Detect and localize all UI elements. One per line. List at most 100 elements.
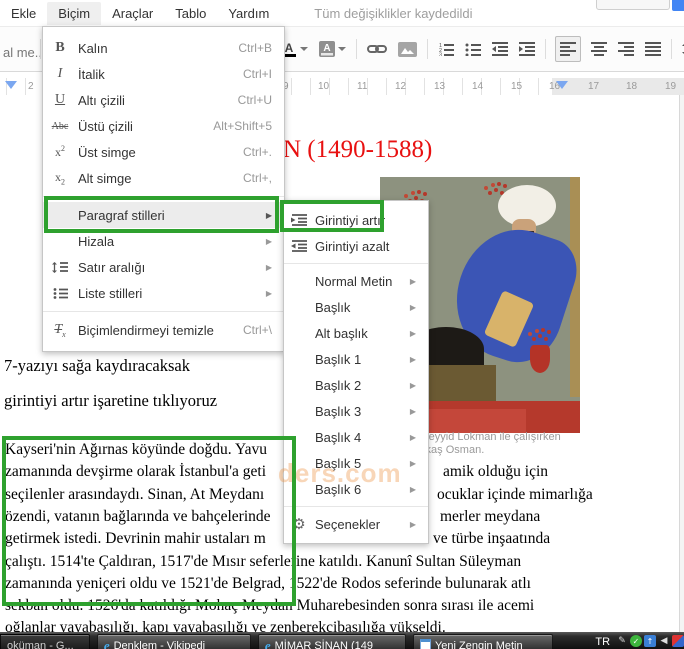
submenu-arrow-icon: ▶	[265, 236, 272, 246]
instruction-line[interactable]: girintiyi artır işaretine tıklıyoruz	[4, 391, 217, 411]
volume-icon[interactable]: ◀	[658, 635, 670, 647]
menu-item-alti-cizili[interactable]: U Altı çizili Ctrl+U	[43, 87, 284, 113]
submenu-item-baslik-1[interactable]: Başlık 1 ▶	[284, 346, 428, 372]
menu-item-satir-araligi[interactable]: Satır aralığı ▶	[43, 254, 284, 280]
increase-indent-icon	[284, 214, 314, 226]
menu-item-ust-simge[interactable]: x2 Üst simge Ctrl+.	[43, 139, 284, 165]
menu-item-liste-stilleri[interactable]: Liste stilleri ▶	[43, 280, 284, 306]
body-line[interactable]: zamanında devşirme olarak İstanbul'a get…	[5, 463, 266, 481]
body-line[interactable]: çalıştı. 1514'te Çaldıran, 1517'de Mısır…	[5, 553, 521, 571]
submenu-item-baslik-2[interactable]: Başlık 2 ▶	[284, 372, 428, 398]
menu-item-hizala[interactable]: Hizala ▶	[43, 228, 284, 254]
submenu-item-baslik-3[interactable]: Başlık 3 ▶	[284, 398, 428, 424]
update-icon[interactable]: ↑	[644, 635, 657, 647]
ruler-number: 13	[434, 81, 446, 92]
menu-tablo[interactable]: Tablo	[164, 2, 217, 25]
pen-input-icon[interactable]: ✎	[616, 635, 628, 647]
taskbar-button-mimar-sinan[interactable]: e MİMAR SİNAN (149	[257, 634, 406, 649]
submenu-arrow-icon: ▶	[409, 484, 416, 494]
bold-icon: B	[55, 40, 65, 55]
left-indent-marker[interactable]	[5, 81, 17, 89]
body-line[interactable]: ocuklar içinde mimarlığa	[437, 486, 593, 504]
menu-item-paragraf-stilleri[interactable]: Paragraf stilleri ▶	[43, 202, 284, 228]
align-right-icon[interactable]	[617, 37, 635, 61]
vertical-scrollbar[interactable]	[679, 95, 684, 632]
highlight-color-icon[interactable]: A	[318, 37, 347, 61]
submenu-arrow-icon: ▶	[409, 354, 416, 364]
submenu-item-baslik-4[interactable]: Başlık 4 ▶	[284, 424, 428, 450]
toolbar-separator	[545, 39, 546, 59]
body-line[interactable]: ve türbe inşaatında	[433, 530, 550, 548]
submenu-arrow-icon: ▶	[409, 302, 416, 312]
align-left-icon[interactable]	[555, 36, 581, 62]
instruction-line[interactable]: 7-yazıyı sağa kaydıracaksak	[4, 356, 190, 376]
superscript-icon: x2	[55, 144, 65, 159]
toolbar-separator	[671, 39, 672, 59]
menu-ekle[interactable]: Ekle	[0, 2, 47, 25]
body-line[interactable]: sekban oldu. 1526'da katıldığı Mohaç Mey…	[5, 597, 534, 615]
body-line[interactable]: merler meydana	[440, 508, 540, 526]
ruler-number: 11	[357, 81, 368, 92]
menu-yardim[interactable]: Yardım	[217, 2, 280, 25]
ruler-number: 18	[626, 81, 638, 92]
submenu-item-girintiyi-artir[interactable]: Girintiyi artır	[284, 207, 428, 233]
paragraph-styles-submenu: Girintiyi artır Girintiyi azalt Normal M…	[283, 200, 429, 544]
body-line[interactable]: getirmek istedi. Devrinin mahir ustaları…	[5, 530, 266, 548]
taskbar-button-wordpad[interactable]: Yeni Zengin Metin	[412, 634, 554, 649]
menu-item-alt-simge[interactable]: x2 Alt simge Ctrl+,	[43, 165, 284, 191]
ruler-number: 19	[665, 81, 677, 92]
menu-item-ustu-cizili[interactable]: Abc Üstü çizili Alt+Shift+5	[43, 113, 284, 139]
toolbar-separator	[427, 39, 428, 59]
network-icon[interactable]	[672, 635, 684, 647]
italic-icon: I	[57, 66, 63, 81]
internet-explorer-icon: e	[264, 638, 271, 649]
watermark: ders.com	[278, 458, 402, 488]
chevron-down-icon	[300, 47, 308, 51]
submenu-arrow-icon: ▶	[409, 519, 416, 529]
right-indent-marker[interactable]	[556, 81, 568, 89]
submenu-item-normal-metin[interactable]: Normal Metin ▶	[284, 268, 428, 294]
insert-image-icon[interactable]	[397, 37, 418, 61]
increase-indent-icon[interactable]	[518, 37, 536, 61]
antivirus-status-icon[interactable]: ✓	[630, 635, 643, 647]
submenu-arrow-icon: ▶	[409, 380, 416, 390]
menu-araclar[interactable]: Araçlar	[101, 2, 164, 25]
bulleted-list-icon[interactable]	[464, 37, 482, 61]
submenu-arrow-icon: ▶	[409, 328, 416, 338]
image-caption[interactable]: an Seyyid Lokman ile çalışırken	[406, 431, 561, 443]
ruler-number: 12	[395, 81, 407, 92]
numbered-list-icon[interactable]: 123	[437, 37, 455, 61]
body-line[interactable]: zamanında yeniçeri oldu ve 1521'de Belgr…	[5, 575, 531, 593]
align-center-icon[interactable]	[590, 37, 608, 61]
body-line[interactable]: Kayseri'nin Ağırnas köyünde doğdu. Yavu	[5, 441, 267, 459]
insert-link-icon[interactable]	[366, 37, 388, 61]
document-title[interactable]: N (1490-1588)	[283, 136, 432, 164]
comments-button-partial[interactable]	[596, 0, 670, 10]
taskbar-button-document[interactable]: oküman - G...	[0, 634, 90, 649]
language-indicator[interactable]: TR	[595, 636, 610, 648]
submenu-item-baslik[interactable]: Başlık ▶	[284, 294, 428, 320]
decrease-indent-icon[interactable]	[491, 37, 509, 61]
submenu-item-secenekler[interactable]: ⚙ Seçenekler ▶	[284, 511, 428, 537]
body-line[interactable]: özendi, vatanın bağlarında ve bahçelerin…	[5, 508, 271, 526]
menu-item-bicimlendirmeyi-temizle[interactable]: Tx Biçimlendirmeyi temizle Ctrl+\	[43, 317, 284, 343]
submenu-arrow-icon: ▶	[265, 288, 272, 298]
submenu-item-girintiyi-azalt[interactable]: Girintiyi azalt	[284, 233, 428, 259]
list-styles-icon	[43, 287, 77, 300]
menu-bicim[interactable]: Biçim	[47, 1, 102, 25]
text-cursor	[3, 441, 5, 458]
menu-separator	[284, 506, 428, 507]
submenu-item-alt-baslik[interactable]: Alt başlık ▶	[284, 320, 428, 346]
svg-text:A: A	[285, 41, 294, 55]
taskbar-button-denklem[interactable]: e Denklem - Vikipedi	[96, 634, 251, 649]
format-menu: B Kalın Ctrl+B I İtalik Ctrl+I U Altı çi…	[42, 26, 285, 352]
justify-icon[interactable]	[644, 37, 662, 61]
system-tray: ✎ ✓ ↑ ◀	[616, 635, 684, 647]
menu-item-italik[interactable]: I İtalik Ctrl+I	[43, 61, 284, 87]
clear-formatting-icon: Tx	[54, 321, 66, 339]
body-line[interactable]: amik olduğu için	[443, 463, 548, 481]
menu-item-kalin[interactable]: B Kalın Ctrl+B	[43, 35, 284, 61]
share-button-partial[interactable]	[672, 0, 684, 11]
body-line[interactable]: seçilenler arasındaydı. Sinan, At Meydan…	[5, 486, 264, 504]
menu-separator	[43, 196, 284, 197]
